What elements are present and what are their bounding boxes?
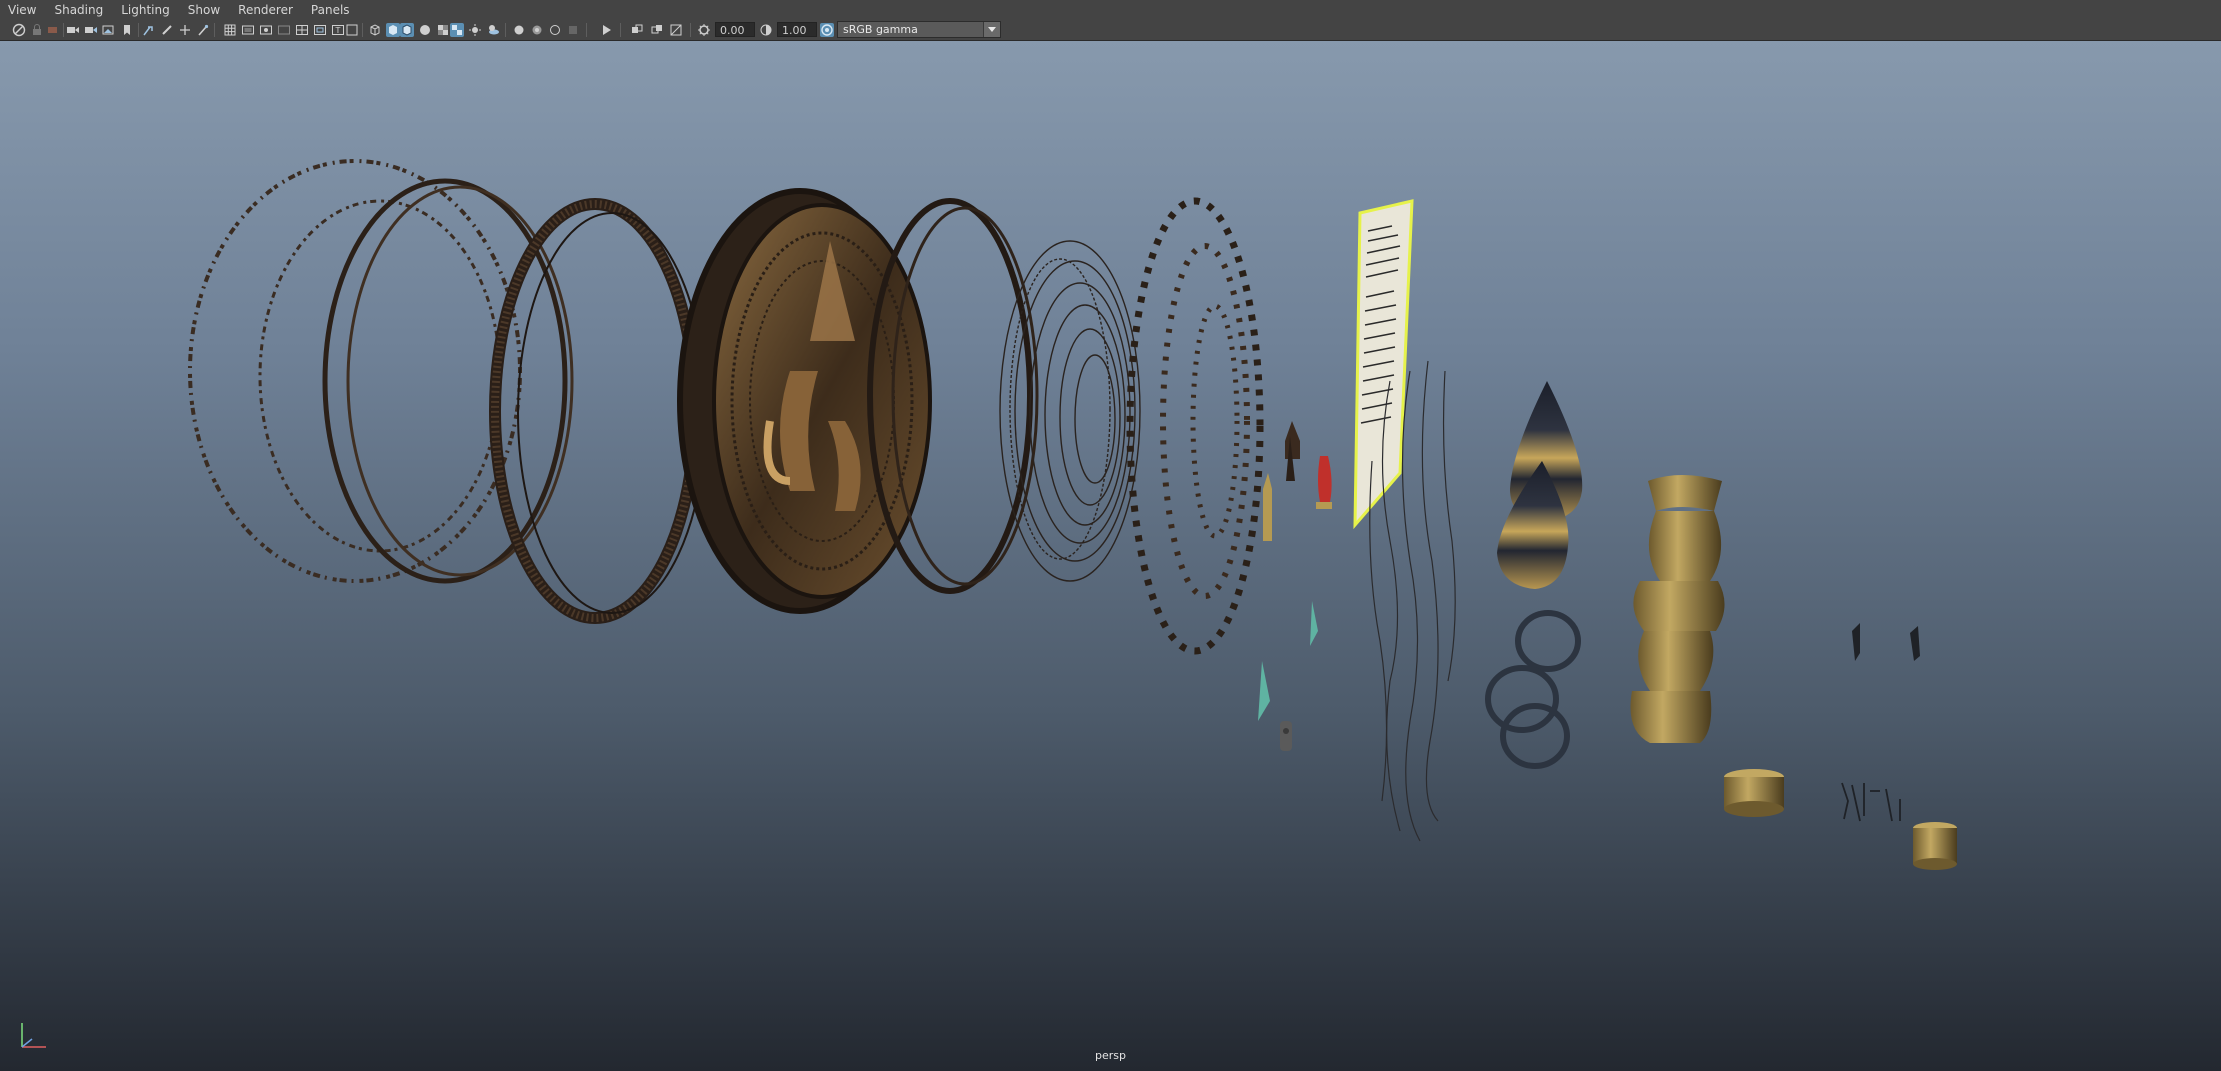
o-rings[interactable] <box>1485 610 1581 769</box>
small-parts[interactable] <box>1258 421 1332 751</box>
menu-panels[interactable]: Panels <box>302 0 359 20</box>
svg-text:T: T <box>335 26 341 35</box>
isolate-select-icon[interactable] <box>600 23 614 37</box>
film-gate-icon[interactable] <box>241 23 255 37</box>
menu-shading[interactable]: Shading <box>45 0 112 20</box>
image-plane-icon[interactable] <box>102 23 116 37</box>
textured-icon[interactable] <box>436 23 450 37</box>
wireframe-icon[interactable] <box>368 23 382 37</box>
camera-frame-icon[interactable] <box>345 23 359 37</box>
toolbar-separator <box>362 23 363 37</box>
gate-mask-icon[interactable] <box>277 23 291 37</box>
resolution-gate-icon[interactable] <box>259 23 273 37</box>
shadows-icon[interactable] <box>486 23 500 37</box>
tiny-pins[interactable] <box>1852 623 1920 661</box>
2d-pan-icon[interactable] <box>178 23 192 37</box>
selected-document-plane[interactable] <box>1353 199 1414 530</box>
viewport-toolbar: T 0.00 1.00 sRGB gamma <box>0 20 2221 41</box>
axis-gizmo <box>21 1023 46 1048</box>
depth-of-field-icon[interactable] <box>669 23 683 37</box>
camera-attributes-icon[interactable] <box>46 23 60 37</box>
color-space-dropdown[interactable]: sRGB gamma <box>837 21 1001 38</box>
lock-camera-icon[interactable] <box>30 23 44 37</box>
xray-joints-icon[interactable] <box>530 23 544 37</box>
safe-action-icon[interactable] <box>313 23 327 37</box>
motion-blur-icon[interactable] <box>630 23 644 37</box>
dark-cones[interactable] <box>1497 381 1583 589</box>
toolbar-separator <box>138 23 139 37</box>
menu-show[interactable]: Show <box>179 0 229 20</box>
viewport-menu-bar: View Shading Lighting Show Renderer Pane… <box>0 0 2221 21</box>
exposure-field[interactable]: 0.00 <box>715 22 755 37</box>
scene-render <box>188 159 1957 870</box>
toolbar-separator <box>63 23 64 37</box>
camera-icon[interactable] <box>66 23 80 37</box>
field-chart-icon[interactable] <box>295 23 309 37</box>
toolbar-separator <box>690 23 691 37</box>
gamma-field[interactable]: 1.00 <box>777 22 817 37</box>
toolbar-separator <box>214 23 215 37</box>
smooth-shade-icon[interactable] <box>386 23 400 37</box>
checker-textured-icon[interactable] <box>450 23 464 37</box>
menu-lighting[interactable]: Lighting <box>112 0 179 20</box>
color-management-icon[interactable] <box>820 23 834 37</box>
wire-glyphs[interactable] <box>1841 782 1901 822</box>
chevron-down-icon <box>983 22 1000 37</box>
toolbar-separator <box>505 23 506 37</box>
select-camera-icon[interactable] <box>12 23 26 37</box>
3d-viewport[interactable]: persp <box>0 41 2221 1071</box>
default-lighting-icon[interactable] <box>418 23 432 37</box>
brush-icon[interactable] <box>196 23 210 37</box>
xray-icon[interactable] <box>512 23 526 37</box>
menu-view[interactable]: View <box>0 0 45 20</box>
wireframe-on-shaded-icon[interactable] <box>400 23 414 37</box>
index-ring[interactable] <box>1126 197 1264 655</box>
exposure-icon[interactable] <box>697 23 711 37</box>
toolbar-separator <box>586 23 587 37</box>
bookmark-camera-icon[interactable] <box>84 23 98 37</box>
color-space-value: sRGB gamma <box>843 23 918 36</box>
anti-aliasing-icon[interactable] <box>650 23 664 37</box>
menu-renderer[interactable]: Renderer <box>229 0 302 20</box>
grid-icon[interactable] <box>223 23 237 37</box>
gold-cylinders[interactable] <box>1724 769 1957 870</box>
ambient-occlusion-icon[interactable] <box>566 23 580 37</box>
spiral-wire-disk[interactable] <box>999 240 1141 582</box>
gold-crown-stack[interactable] <box>1630 475 1725 743</box>
grease-pencil-icon[interactable] <box>160 23 174 37</box>
lights-icon[interactable] <box>468 23 482 37</box>
toolbar-separator <box>620 23 621 37</box>
xray-components-icon[interactable] <box>548 23 562 37</box>
bookmark-icon[interactable] <box>120 23 134 37</box>
outer-rings[interactable] <box>322 178 707 624</box>
safe-title-icon[interactable]: T <box>331 23 345 37</box>
camera-name-label: persp <box>1095 1049 1126 1062</box>
gamma-icon[interactable] <box>759 23 773 37</box>
pan-zoom-icon[interactable] <box>142 23 156 37</box>
